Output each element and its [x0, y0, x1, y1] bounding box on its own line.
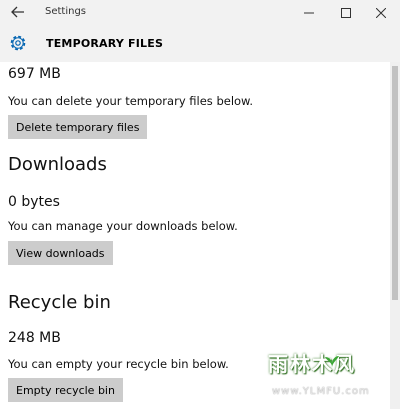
gear-icon [10, 35, 26, 51]
close-icon [376, 8, 386, 18]
recycle-bin-size: 248 MB [8, 330, 61, 346]
temporary-files-description: You can delete your temporary files belo… [8, 94, 254, 108]
downloads-size: 0 bytes [8, 194, 60, 210]
window-title: Settings [45, 6, 87, 17]
watermark-url: www.YLMFU.com [272, 386, 370, 397]
watermark-text: 雨林木风 [268, 352, 356, 376]
recycle-bin-heading: Recycle bin [8, 292, 111, 313]
scrollbar-thumb[interactable] [392, 66, 398, 300]
maximize-icon [341, 8, 351, 18]
title-bar: Settings [0, 0, 400, 26]
page-title: TEMPORARY FILES [46, 37, 164, 50]
downloads-heading: Downloads [8, 154, 107, 175]
minimize-button[interactable] [298, 3, 320, 23]
empty-recycle-bin-button[interactable]: Empty recycle bin [8, 378, 123, 402]
close-button[interactable] [370, 3, 392, 23]
temporary-files-size: 697 MB [8, 66, 61, 82]
maximize-button[interactable] [335, 3, 357, 23]
delete-temporary-files-button[interactable]: Delete temporary files [8, 115, 148, 139]
site-watermark: 雨林木风 www.YLMFU.com [262, 344, 386, 402]
view-downloads-button[interactable]: View downloads [8, 241, 113, 265]
leaf-icon [325, 356, 339, 367]
page-header: TEMPORARY FILES [0, 26, 400, 62]
downloads-description: You can manage your downloads below. [8, 219, 238, 233]
recycle-bin-description: You can empty your recycle bin below. [8, 357, 229, 371]
back-arrow-icon[interactable] [9, 3, 27, 21]
minimize-icon [304, 12, 314, 14]
